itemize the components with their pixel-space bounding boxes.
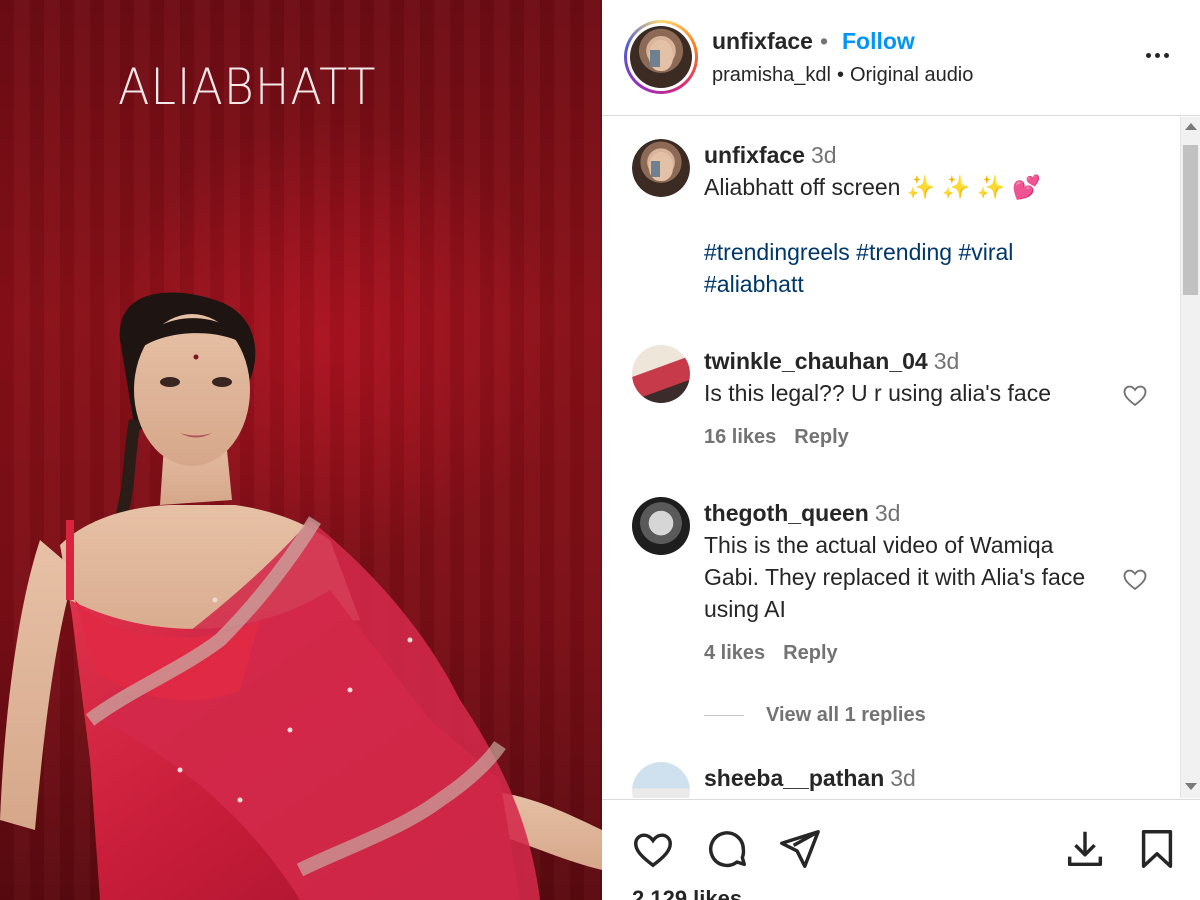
comment-icon[interactable] [704, 826, 750, 872]
comment-text: This is the actual video of Wamiqa Gabi.… [704, 532, 1086, 622]
comments-scrollbar[interactable] [1180, 117, 1200, 798]
caption-time: 3d [810, 142, 837, 168]
caption-hashtags[interactable]: #trendingreels #trending #viral [704, 236, 1124, 268]
commenter-avatar[interactable] [632, 345, 690, 403]
audio-label[interactable]: Original audio [850, 64, 973, 86]
more-options-icon[interactable] [1142, 40, 1172, 70]
comment-time: 3d [890, 765, 916, 791]
download-icon[interactable] [1062, 826, 1108, 872]
audio-username[interactable]: pramisha_kdl [712, 64, 831, 86]
author-username[interactable]: unfixface [712, 28, 813, 55]
caption-text: Aliabhatt off screen ✨ ✨ ✨ 💕 [704, 174, 1041, 200]
reel-video-frame [0, 292, 602, 900]
author-avatar[interactable] [624, 20, 698, 94]
comment-text: Is this legal?? U r using alia's face [704, 380, 1052, 406]
scroll-up-icon[interactable] [1185, 123, 1197, 130]
share-icon[interactable] [776, 826, 822, 872]
audio-info: pramisha_kdl • Original audio [712, 64, 973, 87]
post-detail-panel: unfixface • Follow pramisha_kdl • Original… [602, 0, 1200, 900]
comment-time: 3d [874, 500, 901, 526]
comment-username[interactable]: thegoth_queen [704, 500, 869, 526]
post-actions-bar: 2,129 likes [602, 799, 1200, 900]
heart-icon[interactable] [630, 826, 676, 872]
like-comment-icon[interactable] [1120, 565, 1150, 593]
replies-divider [704, 715, 744, 716]
comment-username[interactable]: sheeba__pathan [704, 765, 884, 791]
caption-avatar[interactable] [632, 139, 690, 197]
view-replies-button[interactable]: View all 1 replies [704, 704, 926, 727]
scroll-down-icon[interactable] [1185, 783, 1197, 790]
like-comment-icon[interactable] [1120, 381, 1150, 409]
follow-button[interactable]: Follow [842, 28, 915, 55]
comment-likes[interactable]: 4 likes [704, 642, 765, 664]
bookmark-icon[interactable] [1134, 826, 1180, 872]
reply-button[interactable]: Reply [783, 642, 837, 664]
audio-separator: • [836, 64, 844, 86]
comment-likes[interactable]: 16 likes [704, 426, 776, 448]
comments-list[interactable]: unfixface 3d Aliabhatt off screen ✨ ✨ ✨ 💕… [602, 117, 1180, 798]
reel-media[interactable]: ALIABHATT [0, 0, 602, 900]
post-header: unfixface • Follow pramisha_kdl • Original… [602, 0, 1200, 116]
commenter-avatar[interactable] [632, 497, 690, 555]
header-separator: • [820, 28, 829, 54]
scrollbar-thumb[interactable] [1183, 145, 1198, 295]
caption-hashtags-2[interactable]: #aliabhatt [704, 268, 1124, 300]
likes-count[interactable]: 2,129 likes [632, 886, 742, 900]
comment-username[interactable]: twinkle_chauhan_04 [704, 348, 928, 374]
comment-time: 3d [933, 348, 960, 374]
reply-button[interactable]: Reply [794, 426, 848, 448]
view-replies-label: View all 1 replies [766, 704, 926, 726]
commenter-avatar[interactable] [632, 762, 690, 798]
caption-username[interactable]: unfixface [704, 142, 805, 168]
